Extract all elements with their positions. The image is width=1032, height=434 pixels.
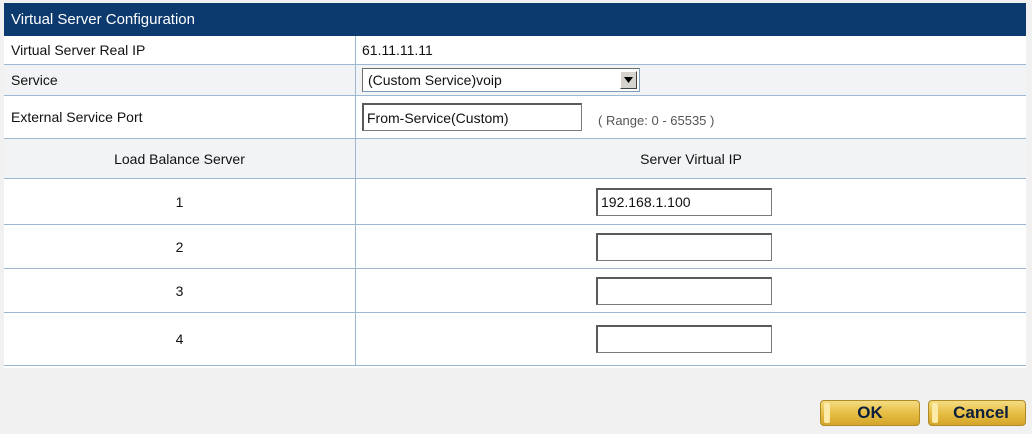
server-index: 3 xyxy=(4,269,356,312)
server-virtual-ip-header: Server Virtual IP xyxy=(640,150,742,167)
button-left-cap xyxy=(824,403,830,423)
table-row: 2 xyxy=(4,225,1026,269)
panel-title: Virtual Server Configuration xyxy=(4,3,1026,36)
server-index: 4 xyxy=(4,313,356,365)
dropdown-arrow-icon[interactable] xyxy=(620,71,637,89)
config-panel: Virtual Server Configuration Virtual Ser… xyxy=(4,3,1026,368)
load-balance-server-header: Load Balance Server xyxy=(4,139,356,178)
table-row: 3 xyxy=(4,269,1026,313)
ok-label: OK xyxy=(857,403,883,422)
server-ip-input-4[interactable] xyxy=(596,325,772,353)
service-select[interactable]: (Custom Service)voip xyxy=(362,68,640,92)
server-index: 1 xyxy=(4,179,356,224)
server-index: 2 xyxy=(4,225,356,268)
table-row: 4 xyxy=(4,313,1026,366)
button-left-cap xyxy=(932,403,938,423)
cancel-button[interactable]: Cancel xyxy=(928,400,1026,426)
server-ip-input-1[interactable] xyxy=(596,187,772,216)
service-selected-value: (Custom Service)voip xyxy=(368,72,502,88)
external-port-input[interactable] xyxy=(362,103,582,131)
real-ip-value: 61.11.11.11 xyxy=(362,42,433,58)
service-label: Service xyxy=(4,65,356,95)
real-ip-label: Virtual Server Real IP xyxy=(4,36,356,64)
ok-button[interactable]: OK xyxy=(820,400,920,426)
table-row: 1 xyxy=(4,179,1026,225)
service-row: Service (Custom Service)voip xyxy=(4,65,1026,96)
external-port-row: External Service Port ( Range: 0 - 65535… xyxy=(4,96,1026,139)
port-range-note: ( Range: 0 - 65535 ) xyxy=(598,112,715,128)
server-ip-input-3[interactable] xyxy=(596,276,772,305)
server-ip-input-2[interactable] xyxy=(596,232,772,261)
table-header-row: Load Balance Server Server Virtual IP xyxy=(4,139,1026,179)
external-port-label: External Service Port xyxy=(4,96,356,138)
real-ip-row: Virtual Server Real IP 61.11.11.11 xyxy=(4,36,1026,65)
cancel-label: Cancel xyxy=(953,403,1009,422)
